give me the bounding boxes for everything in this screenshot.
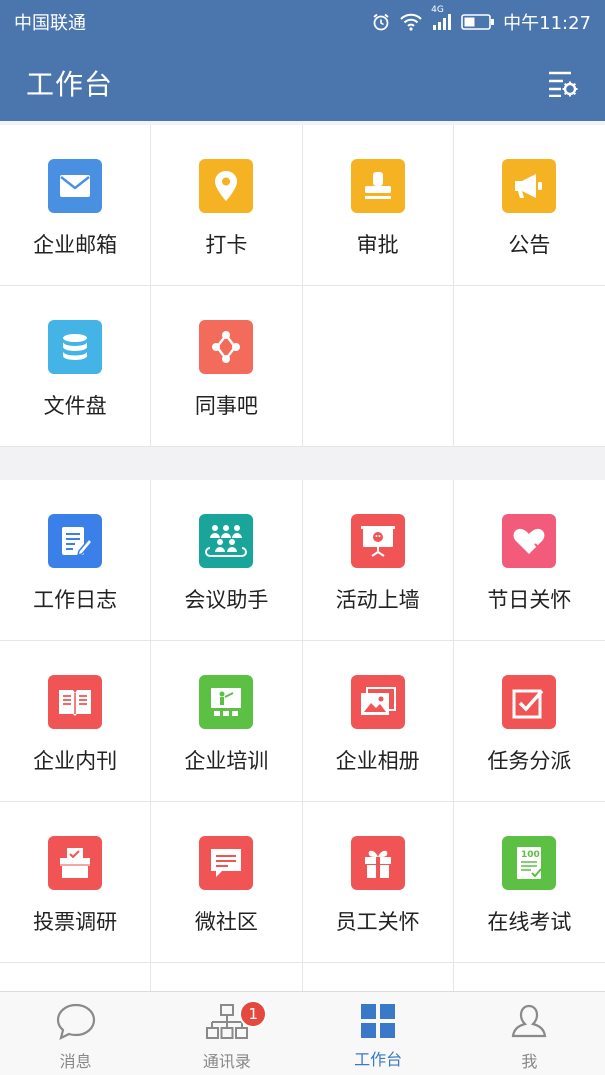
tab-label: 通讯录 — [202, 1052, 251, 1071]
heart-tag-icon — [502, 514, 557, 568]
chat-bubble-icon — [199, 836, 254, 890]
tab-workbench[interactable]: 工作台 — [303, 992, 454, 1075]
app-item-micro-community[interactable]: 微社区 — [151, 802, 303, 963]
exam-paper-icon: 100 — [502, 836, 557, 890]
app-item-checkin[interactable]: 打卡 — [151, 125, 303, 286]
app-item-file-drive[interactable]: 文件盘 — [0, 286, 152, 447]
tab-label: 消息 — [59, 1052, 92, 1071]
app-label: 企业培训 — [184, 749, 269, 773]
projector-icon — [350, 514, 405, 568]
mail-icon — [48, 159, 103, 213]
app-label: 投票调研 — [33, 910, 118, 934]
app-label: 会议助手 — [184, 588, 269, 612]
app-item-announcement[interactable]: 公告 — [453, 125, 605, 286]
settings-button[interactable] — [545, 65, 581, 101]
app-label: 任务分派 — [487, 749, 572, 773]
app-bar: 工作台 — [0, 44, 605, 121]
signal-icon — [433, 14, 452, 30]
app-item-training[interactable]: 企业培训 — [151, 641, 303, 802]
app-label: 节日关怀 — [487, 588, 572, 612]
app-item-online-exam[interactable]: 100 在线考试 — [453, 802, 605, 963]
app-label: 文件盘 — [43, 394, 107, 418]
empty-cell — [302, 286, 454, 447]
app-label: 企业邮箱 — [33, 233, 118, 257]
app-item-photo-album[interactable]: 企业相册 — [302, 641, 454, 802]
app-item-employee-care[interactable]: 员工关怀 — [302, 802, 454, 963]
app-label: 活动上墙 — [335, 588, 420, 612]
app-label: 微社区 — [194, 910, 258, 934]
app-label: 企业内刊 — [33, 749, 118, 773]
unread-badge: 1 — [239, 1000, 268, 1028]
tab-contacts[interactable]: 1 通讯录 — [151, 992, 302, 1075]
database-icon — [48, 320, 103, 374]
empty-cell — [454, 963, 605, 993]
empty-cell — [151, 963, 303, 993]
stamp-icon — [350, 159, 405, 213]
app-label: 审批 — [356, 233, 399, 257]
grid-icon — [361, 1004, 396, 1038]
page-title: 工作台 — [26, 67, 114, 101]
alarm-icon — [373, 13, 389, 31]
ballot-box-icon — [48, 836, 103, 890]
tab-me[interactable]: 我 — [454, 992, 605, 1075]
app-item-meeting-assistant[interactable]: 会议助手 — [151, 480, 303, 641]
tab-messages[interactable]: 消息 — [0, 992, 151, 1075]
megaphone-icon — [502, 159, 557, 213]
user-icon — [512, 1004, 547, 1038]
common-apps-grid: 企业邮箱 打卡 审批 公告 文件盘 同事吧 — [0, 125, 605, 447]
signal-indicator: 4G — [431, 5, 453, 31]
clock-label: 中午11:27 — [503, 13, 591, 34]
app-item-mail[interactable]: 企业邮箱 — [0, 125, 152, 286]
carrier-label: 中国联通 — [14, 13, 86, 34]
app-item-holiday-care[interactable]: 节日关怀 — [453, 480, 605, 641]
empty-cell — [303, 963, 454, 993]
message-icon — [56, 1003, 95, 1041]
app-label: 打卡 — [205, 233, 248, 257]
location-pin-icon — [199, 159, 254, 213]
network-icon — [199, 320, 254, 374]
list-settings-icon — [549, 71, 578, 97]
app-item-approval[interactable]: 审批 — [302, 125, 454, 286]
svg-text:100: 100 — [521, 850, 540, 860]
network-type-label: 4G — [431, 5, 444, 15]
app-label: 企业相册 — [335, 749, 420, 773]
office-apps-grid: 工作日志 会议助手 活动上墙 节日关怀 企业内刊 企业培训 企业相册 任务分派 … — [0, 480, 605, 963]
app-item-work-log[interactable]: 工作日志 — [0, 480, 152, 641]
bottom-tab-bar: 消息 1 通讯录 工作台 我 — [0, 991, 605, 1075]
journal-icon — [48, 514, 103, 568]
app-item-vote-survey[interactable]: 投票调研 — [0, 802, 152, 963]
app-item-colleague-forum[interactable]: 同事吧 — [151, 286, 303, 447]
app-label: 在线考试 — [487, 910, 572, 934]
tab-label: 我 — [521, 1052, 538, 1071]
app-label: 员工关怀 — [335, 910, 420, 934]
meeting-icon — [199, 514, 254, 568]
empty-cell — [0, 963, 152, 993]
training-icon — [199, 675, 254, 729]
battery-icon — [461, 14, 495, 30]
magazine-icon — [48, 675, 103, 729]
app-item-task-assign[interactable]: 任务分派 — [453, 641, 605, 802]
album-icon — [350, 675, 405, 729]
wifi-icon — [400, 13, 422, 31]
partial-grid-row — [0, 963, 605, 993]
checkbox-icon — [502, 675, 557, 729]
status-bar: 中国联通 4G 中午11:27 — [0, 0, 605, 44]
app-label: 公告 — [508, 233, 551, 257]
app-label: 同事吧 — [194, 394, 258, 418]
app-item-internal-magazine[interactable]: 企业内刊 — [0, 641, 152, 802]
gift-icon — [350, 836, 405, 890]
empty-cell — [453, 286, 605, 447]
app-item-activity-wall[interactable]: 活动上墙 — [302, 480, 454, 641]
app-label: 工作日志 — [33, 588, 118, 612]
status-icons: 4G 中午11:27 — [371, 5, 591, 35]
tab-label: 工作台 — [354, 1050, 403, 1069]
